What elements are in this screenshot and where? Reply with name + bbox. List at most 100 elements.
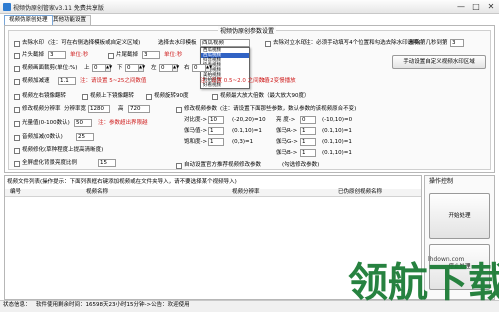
gamma-g-input[interactable]: 1 — [300, 138, 316, 146]
audio-change-checkbox[interactable] — [14, 135, 20, 141]
operation-control-title: 操作控制 — [429, 178, 454, 185]
full-screen-checkbox[interactable] — [14, 161, 20, 167]
speed-note: 注：设置 0.5~2.0 之间数值 — [200, 78, 270, 84]
modify-resolution-checkbox[interactable] — [14, 107, 20, 113]
brightness-input[interactable]: 50 — [74, 119, 92, 127]
speed-change-input[interactable]: 1.1 — [58, 77, 76, 85]
crop-left-label: 左 — [151, 65, 157, 71]
auto-settings-hint: (勾选修改参数) — [282, 162, 320, 168]
speed-change-checkbox[interactable] — [14, 79, 20, 85]
flip-vertical-checkbox[interactable] — [82, 94, 88, 100]
flip-horizontal-checkbox[interactable] — [14, 94, 20, 100]
contrast-label: 对比度-> — [184, 117, 208, 123]
brightness-note: 注：参数超出界限越 — [98, 120, 148, 126]
custom-region-button[interactable]: 手动设置自定义视频水印区域 — [392, 55, 486, 69]
crop-left-spinner[interactable]: ▲▼ — [173, 64, 179, 72]
window-title: 视频伪原创管家v3.11 免费共享版 — [13, 5, 104, 12]
gamma-r-label: 伽马R-> — [276, 128, 298, 134]
crop-bottom-label: 下 — [117, 65, 123, 71]
modify-params-label: 修改视频参数 — [184, 106, 218, 112]
right-watermark-label: 去除对立水印 — [273, 40, 307, 46]
window-titlebar: 视频伪原创管家v3.11 免费共享版 — □ ✕ — [0, 0, 499, 14]
remove-watermark-label: 去除水印 — [22, 40, 45, 46]
settings-group-title: 视频伪原创参数设置 — [218, 26, 277, 35]
close-button[interactable]: ✕ — [484, 2, 498, 12]
crop-bottom-input[interactable]: 0 — [125, 64, 139, 72]
gamma-b-input[interactable]: 1 — [300, 149, 316, 157]
crop-top-input[interactable]: 0 — [92, 64, 106, 72]
resolution-width-label: 分辨率宽 — [64, 106, 87, 112]
head-clip-input[interactable]: 3 — [48, 51, 66, 59]
flip-horizontal-label: 视频左右镜像翻转 — [22, 93, 67, 99]
resolution-height-label: 高 — [118, 106, 124, 112]
head-clip-checkbox[interactable] — [14, 53, 20, 59]
audio-change-label: 音频加减(0数认) — [22, 134, 63, 140]
template-label: 选择去水印模板 — [158, 40, 197, 46]
col-resolution[interactable]: 视频分辨率 — [232, 189, 260, 196]
tail-clip-label: 片尾截掉 — [116, 52, 139, 58]
crop-bottom-spinner[interactable]: ▲▼ — [139, 64, 145, 72]
brightness-checkbox[interactable] — [14, 121, 20, 127]
crop-left-input[interactable]: 0 — [159, 64, 173, 72]
saturation-input[interactable]: 1 — [208, 138, 224, 146]
scale-max-checkbox[interactable] — [212, 94, 218, 100]
brand-url: lhdown.com — [428, 256, 465, 263]
crop-frame-checkbox[interactable] — [14, 66, 20, 72]
col-processed-name[interactable]: 已伪原创视频名称 — [338, 189, 382, 196]
right-watermark-checkbox[interactable] — [265, 41, 271, 47]
tail-clip-checkbox[interactable] — [108, 53, 114, 59]
head-clip-label: 片头截掉 — [22, 52, 45, 58]
modify-params-checkbox[interactable] — [176, 107, 182, 113]
tab-video-processing[interactable]: 视频伪原创处理 — [4, 15, 53, 25]
app-icon — [3, 3, 11, 11]
tail-clip-input[interactable]: 3 — [142, 51, 160, 59]
contrast-range: (-20,20)=10 — [232, 117, 266, 123]
crop-frame-label: 视频画面裁剪(单位:%) — [22, 65, 78, 71]
auto-settings-checkbox[interactable] — [176, 163, 182, 169]
auto-settings-label: 自动设置官方推荐视频修改参数 — [184, 162, 262, 168]
gamma-r-input[interactable]: 1 — [300, 127, 316, 135]
gamma-b-label: 伽马B-> — [276, 150, 298, 156]
head-clip-unit: 单位:秒 — [70, 52, 89, 58]
speed-change-label: 视频加减速 — [22, 78, 50, 84]
bg-blur-checkbox[interactable] — [14, 148, 20, 154]
gamma-input[interactable]: 1 — [208, 127, 224, 135]
params-note: (注：请设置下面那些参数，数认参数的该视频原合不变) — [220, 106, 357, 112]
minimize-button[interactable]: — — [454, 2, 468, 12]
col-number[interactable]: 编号 — [10, 189, 21, 196]
bright-input[interactable]: 0 — [300, 116, 316, 124]
flip-vertical-label: 视频上下镜像翻转 — [90, 93, 135, 99]
tab-bar: 视频伪原创处理 其他功能设置 — [4, 15, 495, 25]
col-video-name[interactable]: 视频名称 — [86, 189, 108, 196]
modify-resolution-label: 修改视频分辨率 — [22, 106, 61, 112]
delete-frame-label: 删除第几秒到第 — [409, 40, 448, 46]
contrast-input[interactable]: 10 — [208, 116, 224, 124]
rotate-90-label: 视频旋转90度 — [154, 93, 189, 99]
right-watermark-hint: (注：必须手动填写4个位置和勾选去除水印选项) — [303, 40, 421, 46]
tab-other-settings[interactable]: 其他功能设置 — [48, 15, 92, 25]
resolution-width-input[interactable]: 1280 — [88, 105, 110, 113]
status-label: 状态信息： — [3, 302, 31, 308]
maximize-button[interactable]: □ — [469, 2, 483, 12]
crop-top-spinner[interactable]: ▲▼ — [106, 64, 112, 72]
delete-frame-input[interactable]: 3 — [450, 39, 464, 47]
status-message: 软件使用剩余时间：16598天23小时15分钟->公告：欢迎使用 — [36, 302, 190, 308]
brand-watermark: 领航下载 — [348, 260, 499, 306]
remove-watermark-checkbox[interactable] — [14, 41, 20, 47]
gamma-b-range: (0.1,10)=1 — [322, 150, 352, 156]
crop-right-input[interactable]: 0 — [192, 64, 206, 72]
crop-right-spinner[interactable]: ▲▼ — [206, 64, 212, 72]
full-screen-label: 全屏虚化背景亮度比例 — [22, 160, 78, 166]
crop-right-label: 右 — [184, 65, 190, 71]
start-button[interactable]: 开始处理 — [429, 193, 490, 239]
gamma-label: 伽马值-> — [184, 128, 208, 134]
saturation-label: 饱和度-> — [184, 139, 208, 145]
template-select[interactable]: 西瓜视频 — [200, 39, 250, 47]
rotate-90-checkbox[interactable] — [146, 94, 152, 100]
resolution-height-input[interactable]: 720 — [128, 105, 150, 113]
audio-change-input[interactable]: 25 — [76, 133, 94, 141]
full-screen-input[interactable]: 15 — [98, 159, 116, 167]
brightness-label: 光量值(0-100数认) — [22, 120, 70, 126]
saturation-range: (0,3)=1 — [232, 139, 254, 145]
bright-range: (-10,10)=0 — [322, 117, 353, 123]
